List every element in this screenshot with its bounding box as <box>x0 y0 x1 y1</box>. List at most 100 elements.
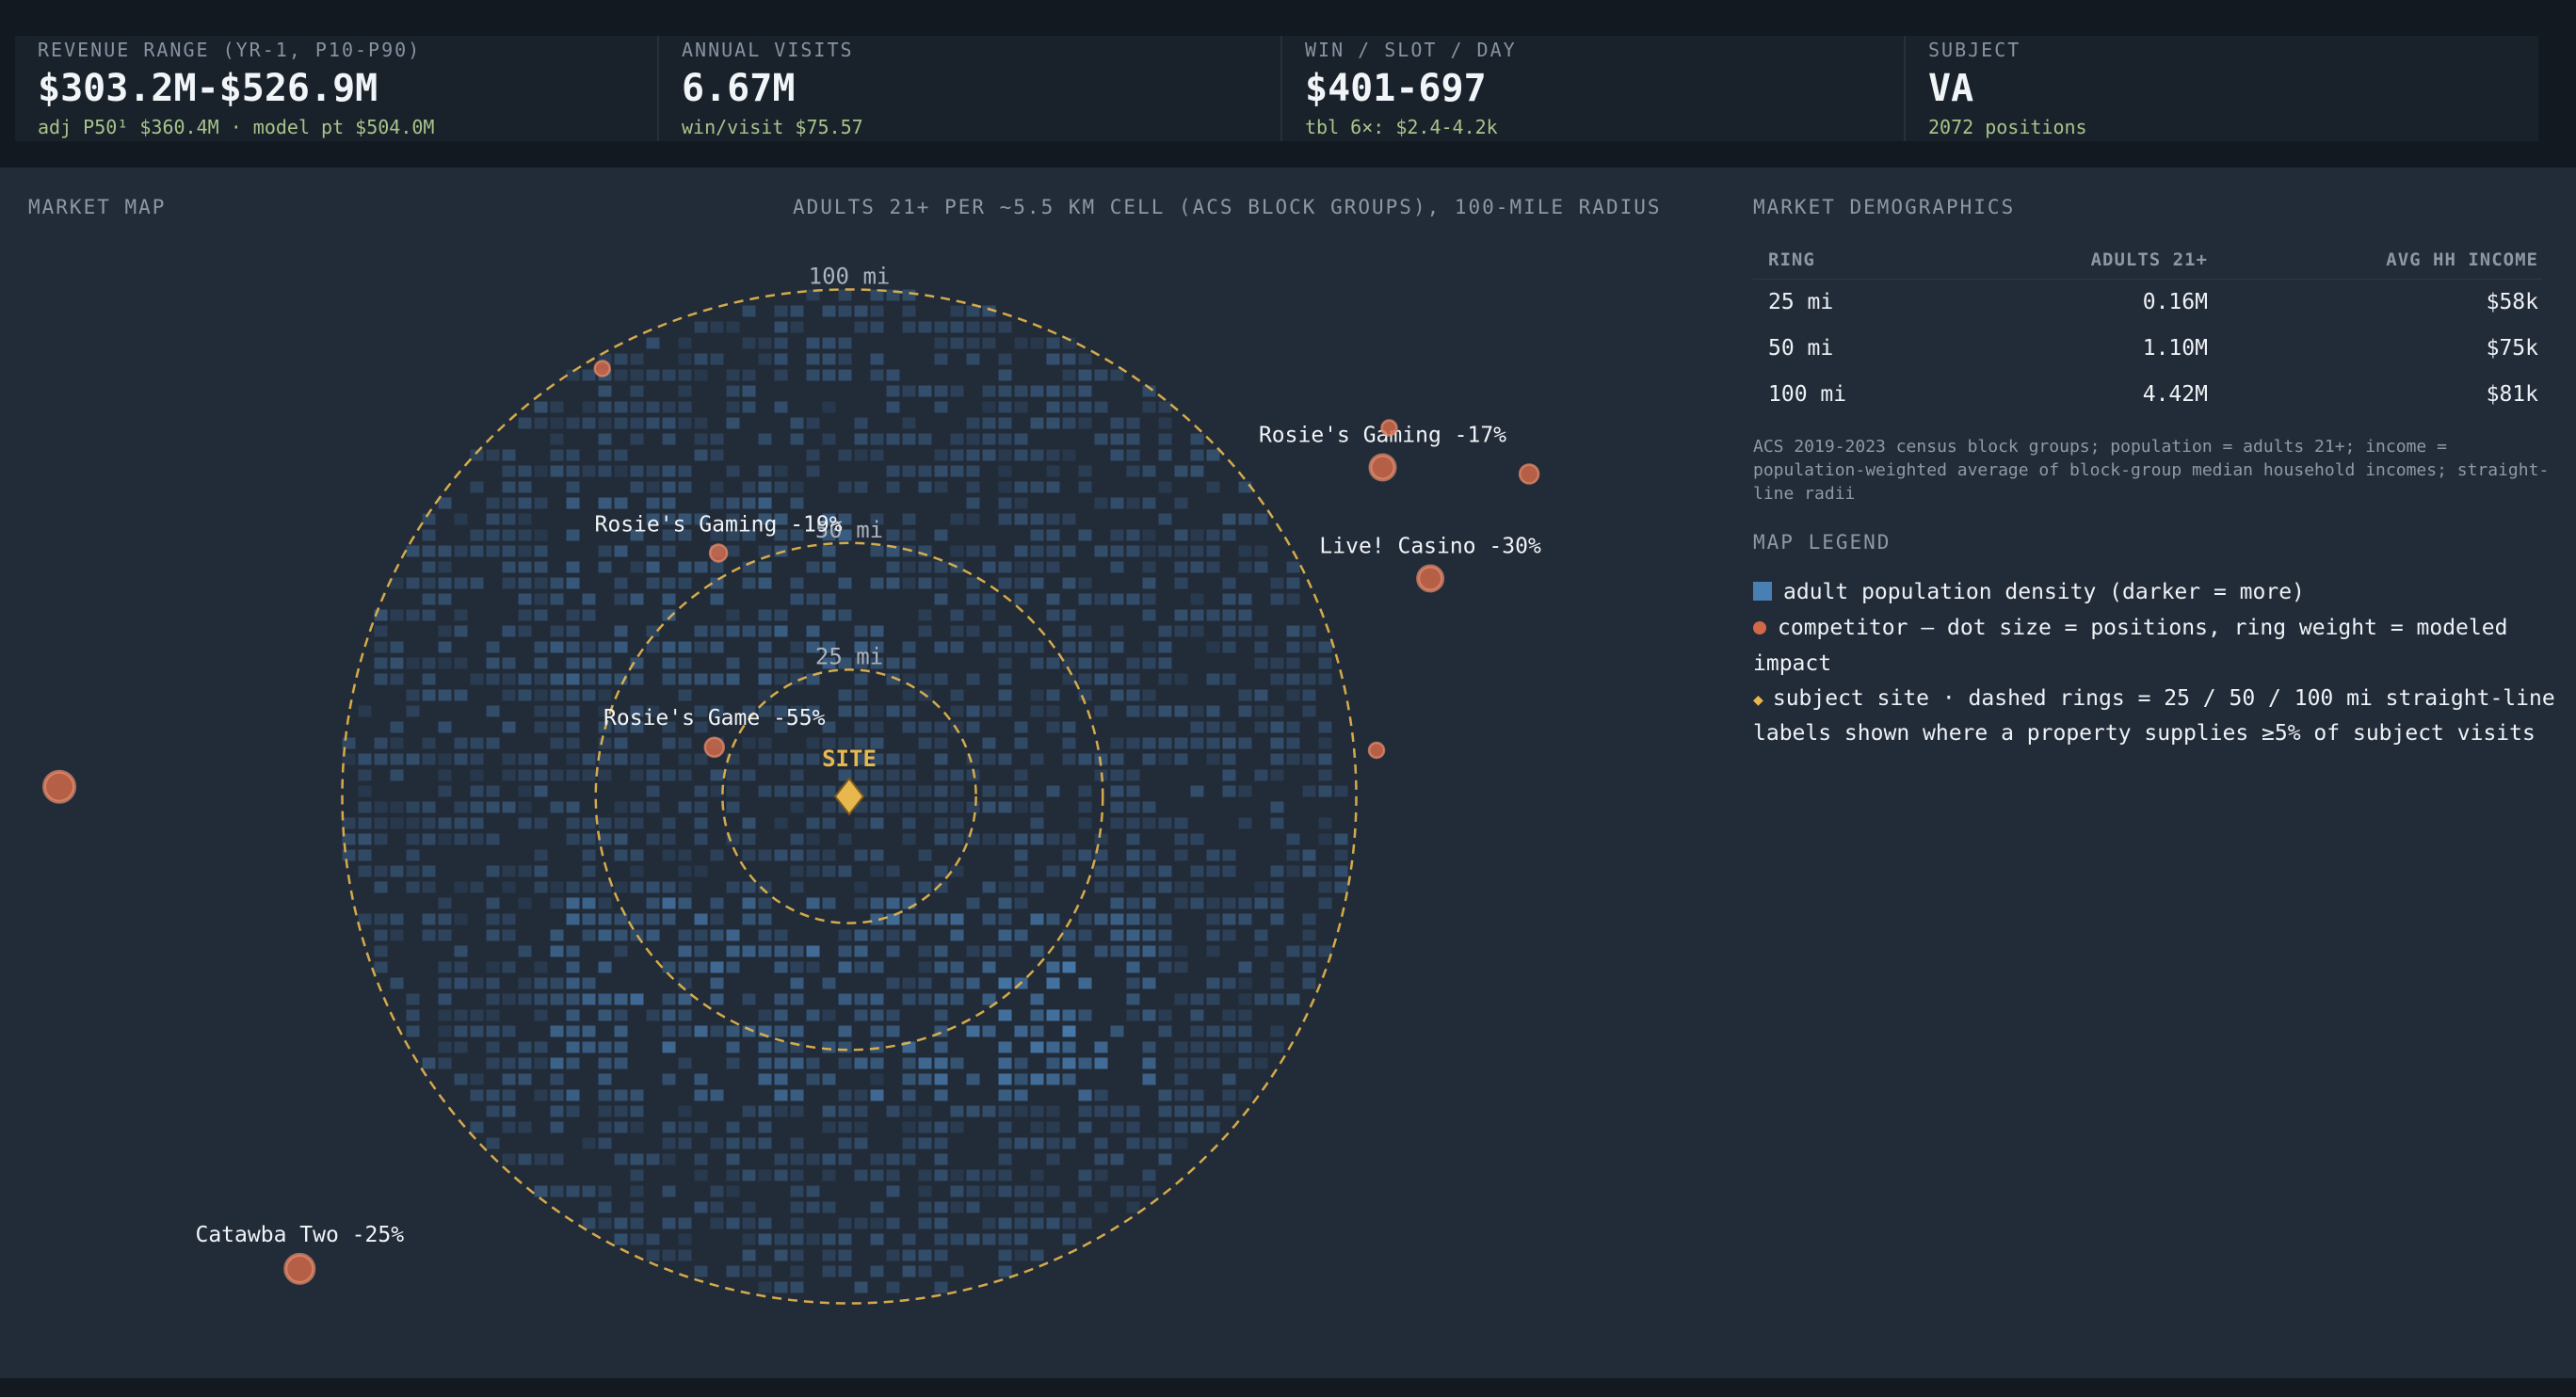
density-cell <box>998 1057 1012 1069</box>
density-cell <box>566 769 580 781</box>
density-cell <box>774 993 788 1005</box>
density-cell <box>854 1121 868 1133</box>
density-cell <box>1110 801 1124 813</box>
density-cell <box>918 481 932 493</box>
density-cell <box>1126 849 1140 861</box>
density-cell <box>1238 913 1252 925</box>
density-cell <box>870 993 884 1005</box>
density-cell <box>982 1025 996 1037</box>
density-cell <box>550 721 564 733</box>
density-cell <box>886 577 900 589</box>
density-cell <box>534 1185 548 1197</box>
density-cell <box>758 1233 772 1245</box>
competitor-label: Catawba Two -25% <box>195 1223 404 1247</box>
density-cell <box>918 993 932 1005</box>
density-cell <box>934 1217 948 1229</box>
density-cell <box>1014 833 1028 845</box>
density-cell <box>534 769 548 781</box>
density-cell <box>998 897 1012 909</box>
density-cell <box>774 353 788 365</box>
density-cell <box>790 961 804 973</box>
density-cell <box>1206 993 1220 1005</box>
density-cell <box>518 481 532 493</box>
density-cell <box>982 993 996 1005</box>
density-cell <box>998 417 1012 429</box>
density-cell <box>374 753 388 765</box>
density-cell <box>998 449 1012 461</box>
density-cell <box>870 625 884 637</box>
density-cell <box>1030 577 1044 589</box>
density-cell <box>1238 545 1252 557</box>
legend-subject-text: subject site · dashed rings = 25 / 50 / … <box>1772 686 2555 711</box>
density-cell <box>566 817 580 829</box>
density-cell <box>598 689 612 701</box>
density-cell <box>470 817 484 829</box>
density-cell <box>806 449 820 461</box>
density-cell <box>566 1025 580 1037</box>
density-cell <box>438 1009 452 1021</box>
density-cell <box>1286 577 1300 589</box>
density-cell <box>502 913 516 925</box>
density-cell <box>550 737 564 749</box>
density-cell <box>598 417 612 429</box>
density-cell <box>966 673 980 685</box>
density-cell <box>1030 833 1044 845</box>
density-cell <box>918 433 932 445</box>
density-cell <box>1142 945 1156 957</box>
density-cell <box>1046 657 1060 669</box>
density-cell <box>1222 625 1236 637</box>
density-cell <box>1030 881 1044 893</box>
density-cell <box>758 849 772 861</box>
table-row: 100 mi 4.42M $81k <box>1753 371 2542 417</box>
density-cell <box>614 369 628 381</box>
density-cell <box>678 1249 692 1261</box>
density-cell <box>694 1121 708 1133</box>
density-cell <box>1046 1217 1060 1229</box>
density-cell <box>550 1105 564 1117</box>
ring-label: 100 mi <box>809 264 891 290</box>
density-cell <box>1286 673 1300 685</box>
density-cell <box>502 881 516 893</box>
density-cell <box>1334 785 1348 797</box>
density-cell <box>614 1041 628 1053</box>
density-cell <box>838 1121 852 1133</box>
density-cell <box>1110 449 1124 461</box>
density-cell <box>870 1153 884 1165</box>
market-map[interactable]: 25 mi50 mi100 mi Rosie's Gaming -19%Rosi… <box>0 168 1714 1378</box>
density-cell <box>1030 657 1044 669</box>
density-cell <box>406 753 420 765</box>
density-cell <box>422 737 436 749</box>
density-cell <box>1126 433 1140 445</box>
density-cell <box>870 1073 884 1085</box>
density-cell <box>1302 625 1316 637</box>
density-cell <box>710 849 724 861</box>
density-cell <box>374 945 388 957</box>
density-cell <box>374 865 388 877</box>
density-cell <box>742 625 756 637</box>
kpi-sub: 2072 positions <box>1928 116 2087 138</box>
density-cell <box>886 433 900 445</box>
density-cell <box>966 801 980 813</box>
density-cell <box>1142 817 1156 829</box>
density-cell <box>422 529 436 541</box>
density-cell <box>1158 545 1172 557</box>
density-cell <box>886 1009 900 1021</box>
density-cell <box>934 721 948 733</box>
density-cell <box>982 801 996 813</box>
density-cell <box>582 641 596 653</box>
density-cell <box>1158 929 1172 941</box>
density-cell <box>886 977 900 989</box>
density-cell <box>1142 657 1156 669</box>
density-cell <box>1174 625 1188 637</box>
density-cell <box>726 369 740 381</box>
density-cell <box>934 1073 948 1085</box>
density-cell <box>1222 1073 1236 1085</box>
density-cell <box>870 1169 884 1181</box>
density-cell <box>534 417 548 429</box>
density-cell <box>1126 817 1140 829</box>
density-cell <box>470 833 484 845</box>
density-cell <box>982 593 996 605</box>
density-cell <box>470 977 484 989</box>
density-cell <box>1174 577 1188 589</box>
density-cell <box>470 1073 484 1085</box>
